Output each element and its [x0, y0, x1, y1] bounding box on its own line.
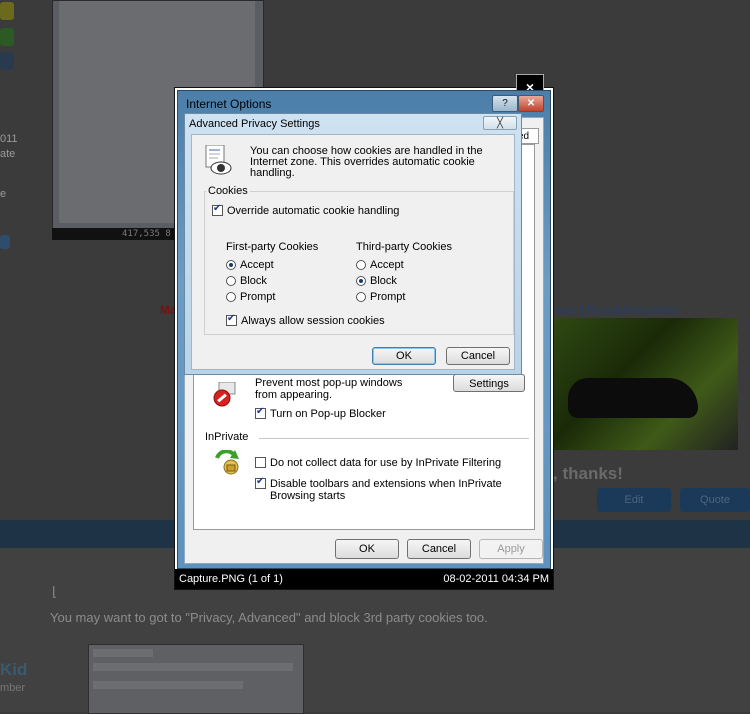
popup-blocker-icon — [213, 382, 236, 407]
section-divider — [259, 438, 529, 439]
dialog-body: You can choose how cookies are handled i… — [191, 134, 515, 370]
popup-blocker-checkbox[interactable] — [255, 406, 266, 419]
ok-button[interactable]: OK — [335, 539, 399, 559]
radio-label: Accept — [370, 259, 404, 271]
attachment-thumbnail[interactable] — [88, 644, 304, 714]
popup-blocker-option[interactable]: Turn on Pop-up Blocker — [255, 406, 386, 420]
dialog-close-button[interactable]: ╳ — [483, 116, 517, 130]
dialog-cancel-button[interactable]: Cancel — [446, 347, 510, 365]
popup-blocker-label: Turn on Pop-up Blocker — [270, 408, 386, 420]
member-title: mber — [0, 682, 26, 694]
advanced-privacy-dialog: Advanced Privacy Settings ╳ You can choo… — [184, 113, 522, 375]
session-cookies-label: Always allow session cookies — [241, 315, 385, 327]
inprivate-toolbars-option[interactable]: Disable toolbars and extensions when InP… — [255, 476, 525, 502]
override-cookies-option[interactable]: Override automatic cookie handling — [212, 203, 400, 217]
dialog-description: You can choose how cookies are handled i… — [250, 145, 483, 179]
side-badge — [0, 28, 14, 46]
window-title: Internet Options — [186, 97, 272, 111]
session-cookies-checkbox[interactable] — [226, 313, 237, 326]
cookies-group-label: Cookies — [206, 185, 250, 197]
post-thanks-text: , thanks! — [553, 464, 623, 483]
third-party-block-radio[interactable] — [356, 276, 366, 286]
third-party-heading: Third-party Cookies — [356, 241, 452, 253]
edit-button[interactable]: Edit — [597, 488, 671, 512]
radio-label: Block — [370, 275, 397, 287]
quote-button[interactable]: Quote — [680, 488, 750, 512]
post-message: You may want to got to "Privacy, Advance… — [50, 610, 488, 625]
first-party-heading: First-party Cookies — [226, 241, 319, 253]
apply-button[interactable]: Apply — [479, 539, 543, 559]
privacy-document-icon — [205, 145, 232, 175]
radio-label: Prompt — [370, 291, 406, 303]
username[interactable]: Kid — [0, 660, 27, 680]
post-icon: ⌊ — [52, 584, 58, 599]
caption-filename: Capture.PNG (1 of 1) — [179, 573, 283, 585]
side-badge — [0, 235, 10, 249]
inprivate-section-label: InPrivate — [205, 431, 249, 443]
first-party-prompt-radio[interactable] — [226, 292, 236, 302]
radio-label: Prompt — [240, 291, 276, 303]
inprivate-icon — [215, 450, 239, 475]
first-party-accept-option[interactable]: Accept — [226, 259, 274, 271]
override-cookies-label: Override automatic cookie handling — [227, 205, 400, 217]
side-text: 011 — [0, 133, 18, 145]
third-party-block-option[interactable]: Block — [356, 275, 397, 287]
third-party-prompt-radio[interactable] — [356, 292, 366, 302]
side-text: ate — [0, 148, 16, 160]
inprivate-filter-checkbox[interactable] — [255, 457, 266, 468]
dialog-title: Advanced Privacy Settings — [189, 118, 320, 130]
radio-label: Block — [240, 275, 267, 287]
override-cookies-checkbox[interactable] — [212, 203, 223, 216]
inprivate-filter-label: Do not collect data for use by InPrivate… — [270, 457, 502, 469]
inprivate-toolbars-checkbox[interactable] — [255, 476, 266, 489]
first-party-block-option[interactable]: Block — [226, 275, 267, 287]
radio-label: Accept — [240, 259, 274, 271]
signature-image — [548, 318, 738, 450]
first-party-prompt-option[interactable]: Prompt — [226, 291, 275, 303]
first-party-block-radio[interactable] — [226, 276, 236, 286]
inprivate-toolbars-label: Disable toolbars and extensions when InP… — [270, 478, 502, 502]
popup-description: Prevent most pop-up windows from appeari… — [255, 377, 403, 401]
inprivate-filter-option[interactable]: Do not collect data for use by InPrivate… — [255, 457, 501, 469]
dialog-ok-button[interactable]: OK — [372, 347, 436, 365]
side-text: e — [0, 188, 7, 200]
third-party-accept-option[interactable]: Accept — [356, 259, 404, 271]
session-cookies-option[interactable]: Always allow session cookies — [226, 313, 385, 327]
side-badge — [0, 52, 14, 70]
lightbox-caption: Capture.PNG (1 of 1) 08-02-2011 04:34 PM — [175, 569, 553, 589]
third-party-accept-radio[interactable] — [356, 260, 366, 270]
help-button[interactable]: ? — [492, 95, 518, 112]
window-close-button[interactable]: ✕ — [518, 95, 544, 112]
third-party-prompt-option[interactable]: Prompt — [356, 291, 405, 303]
popup-settings-button[interactable]: Settings — [453, 374, 525, 392]
side-badge — [0, 2, 14, 20]
caption-timestamp: 08-02-2011 04:34 PM — [443, 573, 549, 585]
first-party-accept-radio[interactable] — [226, 260, 236, 270]
cancel-button[interactable]: Cancel — [407, 539, 471, 559]
